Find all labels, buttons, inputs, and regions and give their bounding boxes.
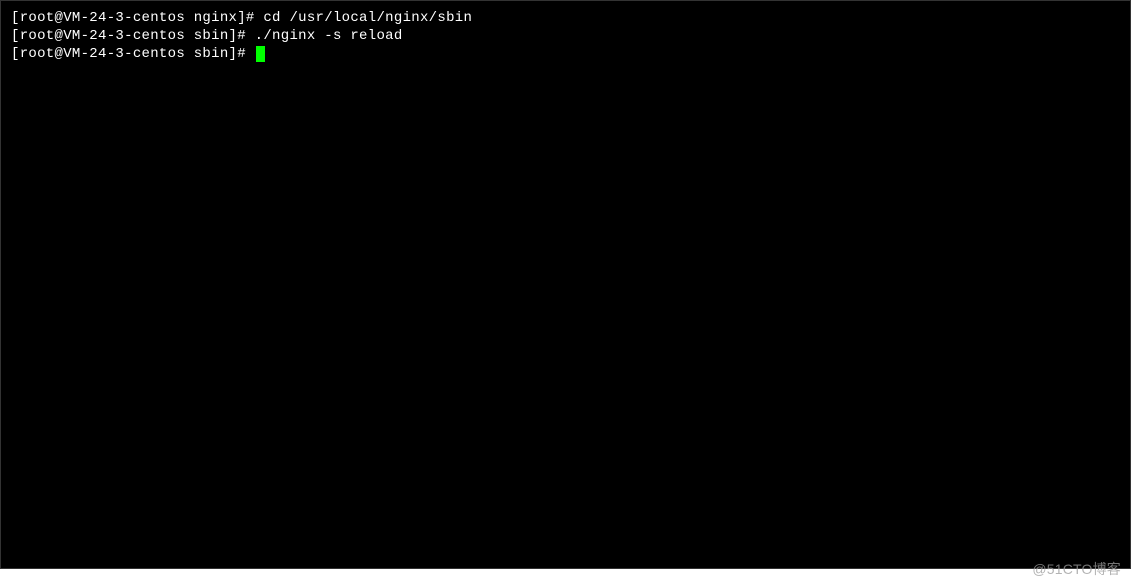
terminal-line: [root@VM-24-3-centos nginx]# cd /usr/loc… <box>11 9 1120 27</box>
shell-prompt: [root@VM-24-3-centos sbin]# <box>11 28 255 44</box>
shell-command: ./nginx -s reload <box>255 28 403 44</box>
terminal-window[interactable]: [root@VM-24-3-centos nginx]# cd /usr/loc… <box>0 0 1131 569</box>
terminal-line: [root@VM-24-3-centos sbin]# ./nginx -s r… <box>11 27 1120 45</box>
shell-command: cd /usr/local/nginx/sbin <box>263 10 472 26</box>
watermark-text: @51CTO博客 <box>1032 559 1121 579</box>
shell-prompt: [root@VM-24-3-centos nginx]# <box>11 10 263 26</box>
terminal-output: [root@VM-24-3-centos nginx]# cd /usr/loc… <box>11 9 1120 63</box>
shell-prompt: [root@VM-24-3-centos sbin]# <box>11 46 255 62</box>
terminal-line: [root@VM-24-3-centos sbin]# <box>11 45 1120 63</box>
cursor-block <box>256 46 265 62</box>
